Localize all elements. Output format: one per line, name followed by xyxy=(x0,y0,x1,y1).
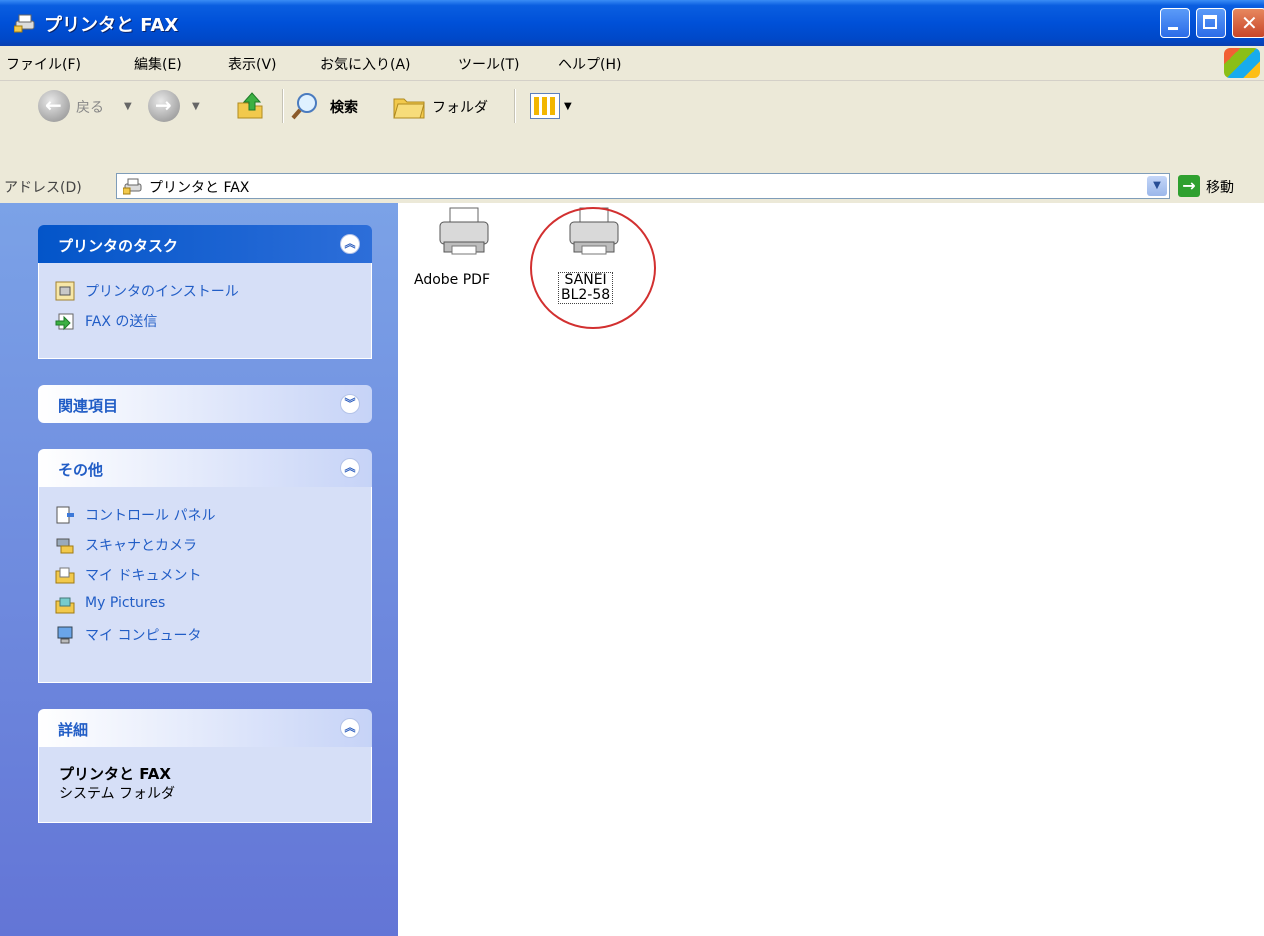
details-name: プリンタと FAX xyxy=(59,765,171,783)
menu-bar: ファイル(F) 編集(E) 表示(V) お気に入り(A) ツール(T) ヘルプ(… xyxy=(0,46,1264,81)
place-label: マイ コンピュータ xyxy=(85,628,202,644)
task-label: プリンタのインストール xyxy=(85,284,239,300)
toolbar: ← 戻る ▼ → ▼ 検索 フォルダ ▼ xyxy=(0,81,1264,170)
other-places-panel: その他 ︽ コントロール パネル スキャナとカメラ マイ ドキュメント My P… xyxy=(38,449,372,683)
back-arrow-icon: ← xyxy=(45,93,62,117)
menu-tools[interactable]: ツール(T) xyxy=(458,54,519,74)
forward-arrow-icon: → xyxy=(155,93,172,117)
details-title: 詳細 xyxy=(58,721,89,739)
menu-help[interactable]: ヘルプ(H) xyxy=(558,54,621,74)
collapse-chevron-icon[interactable]: ︽ xyxy=(340,718,360,738)
my-documents-icon xyxy=(55,567,75,584)
place-scanners-cameras[interactable]: スキャナとカメラ xyxy=(39,529,371,559)
printer-tasks-header[interactable]: プリンタのタスク ︽ xyxy=(38,225,372,263)
place-my-computer[interactable]: マイ コンピュータ xyxy=(39,619,371,649)
expand-chevron-icon[interactable]: ︾ xyxy=(340,394,360,414)
scanner-camera-icon xyxy=(56,538,74,554)
search-icon[interactable] xyxy=(290,91,320,121)
close-button[interactable] xyxy=(1232,8,1264,38)
control-panel-icon xyxy=(56,506,74,524)
my-pictures-icon xyxy=(55,597,75,614)
menu-file[interactable]: ファイル(F) xyxy=(6,54,81,74)
task-pane: プリンタのタスク ︽ プリンタのインストール FAX の送信 関連項目 ︾ その… xyxy=(0,203,398,936)
address-label: アドレス(D) xyxy=(4,180,82,196)
details-header[interactable]: 詳細 ︽ xyxy=(38,709,372,747)
printers-folder-icon xyxy=(123,178,142,195)
back-button[interactable]: ← xyxy=(38,90,70,122)
place-my-pictures[interactable]: My Pictures xyxy=(39,589,371,619)
other-places-header[interactable]: その他 ︽ xyxy=(38,449,372,487)
toolbar-separator xyxy=(514,89,516,123)
other-places-title: その他 xyxy=(58,461,104,479)
go-button[interactable]: 移動 xyxy=(1206,177,1234,197)
place-label: マイ ドキュメント xyxy=(85,568,202,584)
go-arrow-icon[interactable]: → xyxy=(1178,175,1200,197)
place-label: スキャナとカメラ xyxy=(85,538,197,554)
place-label: My Pictures xyxy=(85,595,166,611)
menu-favorites[interactable]: お気に入り(A) xyxy=(320,54,411,74)
printer-tasks-title: プリンタのタスク xyxy=(58,237,179,255)
printer-label-adobe-pdf[interactable]: Adobe PDF xyxy=(414,272,490,288)
task-send-fax[interactable]: FAX の送信 xyxy=(39,305,371,335)
my-computer-icon xyxy=(57,626,73,644)
windows-logo-icon xyxy=(1224,48,1260,78)
send-fax-icon xyxy=(55,313,74,331)
menu-edit[interactable]: 編集(E) xyxy=(134,54,182,74)
folders-icon[interactable] xyxy=(392,91,426,121)
up-folder-icon[interactable] xyxy=(234,89,266,121)
task-label: FAX の送信 xyxy=(85,314,158,330)
minimize-button[interactable] xyxy=(1160,8,1190,38)
menu-view[interactable]: 表示(V) xyxy=(228,54,277,74)
views-icon[interactable] xyxy=(530,93,560,119)
printers-folder-icon xyxy=(14,14,35,33)
address-dropdown-icon[interactable]: ▼ xyxy=(1147,176,1167,196)
details-panel: 詳細 ︽ プリンタと FAX システム フォルダ xyxy=(38,709,372,823)
printer-icon[interactable] xyxy=(434,206,494,258)
toolbar-separator xyxy=(282,89,284,123)
views-dropdown-icon[interactable]: ▼ xyxy=(564,101,572,112)
related-header[interactable]: 関連項目 ︾ xyxy=(38,385,372,423)
printer-tasks-panel: プリンタのタスク ︽ プリンタのインストール FAX の送信 xyxy=(38,225,372,359)
collapse-chevron-icon[interactable]: ︽ xyxy=(340,458,360,478)
title-bar: プリンタと FAX xyxy=(0,0,1264,46)
collapse-chevron-icon[interactable]: ︽ xyxy=(340,234,360,254)
address-value: プリンタと FAX xyxy=(149,180,250,196)
file-view[interactable] xyxy=(398,203,1264,936)
maximize-button[interactable] xyxy=(1196,8,1226,38)
address-input[interactable]: プリンタと FAX ▼ xyxy=(116,173,1170,199)
forward-dropdown-icon[interactable]: ▼ xyxy=(192,101,200,112)
address-bar: アドレス(D) プリンタと FAX ▼ → 移動 xyxy=(0,169,1264,203)
back-label: 戻る xyxy=(76,100,104,116)
search-label[interactable]: 検索 xyxy=(330,97,358,117)
details-type: システム フォルダ xyxy=(59,786,176,802)
related-title: 関連項目 xyxy=(58,397,119,415)
window-title: プリンタと FAX xyxy=(44,15,179,36)
highlight-annotation xyxy=(530,207,656,329)
place-label: コントロール パネル xyxy=(85,508,216,524)
add-printer-icon xyxy=(55,281,75,301)
place-my-documents[interactable]: マイ ドキュメント xyxy=(39,559,371,589)
folders-label[interactable]: フォルダ xyxy=(432,97,488,117)
place-control-panel[interactable]: コントロール パネル xyxy=(39,499,371,529)
forward-button[interactable]: → xyxy=(148,90,180,122)
back-dropdown-icon[interactable]: ▼ xyxy=(124,101,132,112)
related-panel: 関連項目 ︾ xyxy=(38,385,372,423)
task-install-printer[interactable]: プリンタのインストール xyxy=(39,275,371,305)
